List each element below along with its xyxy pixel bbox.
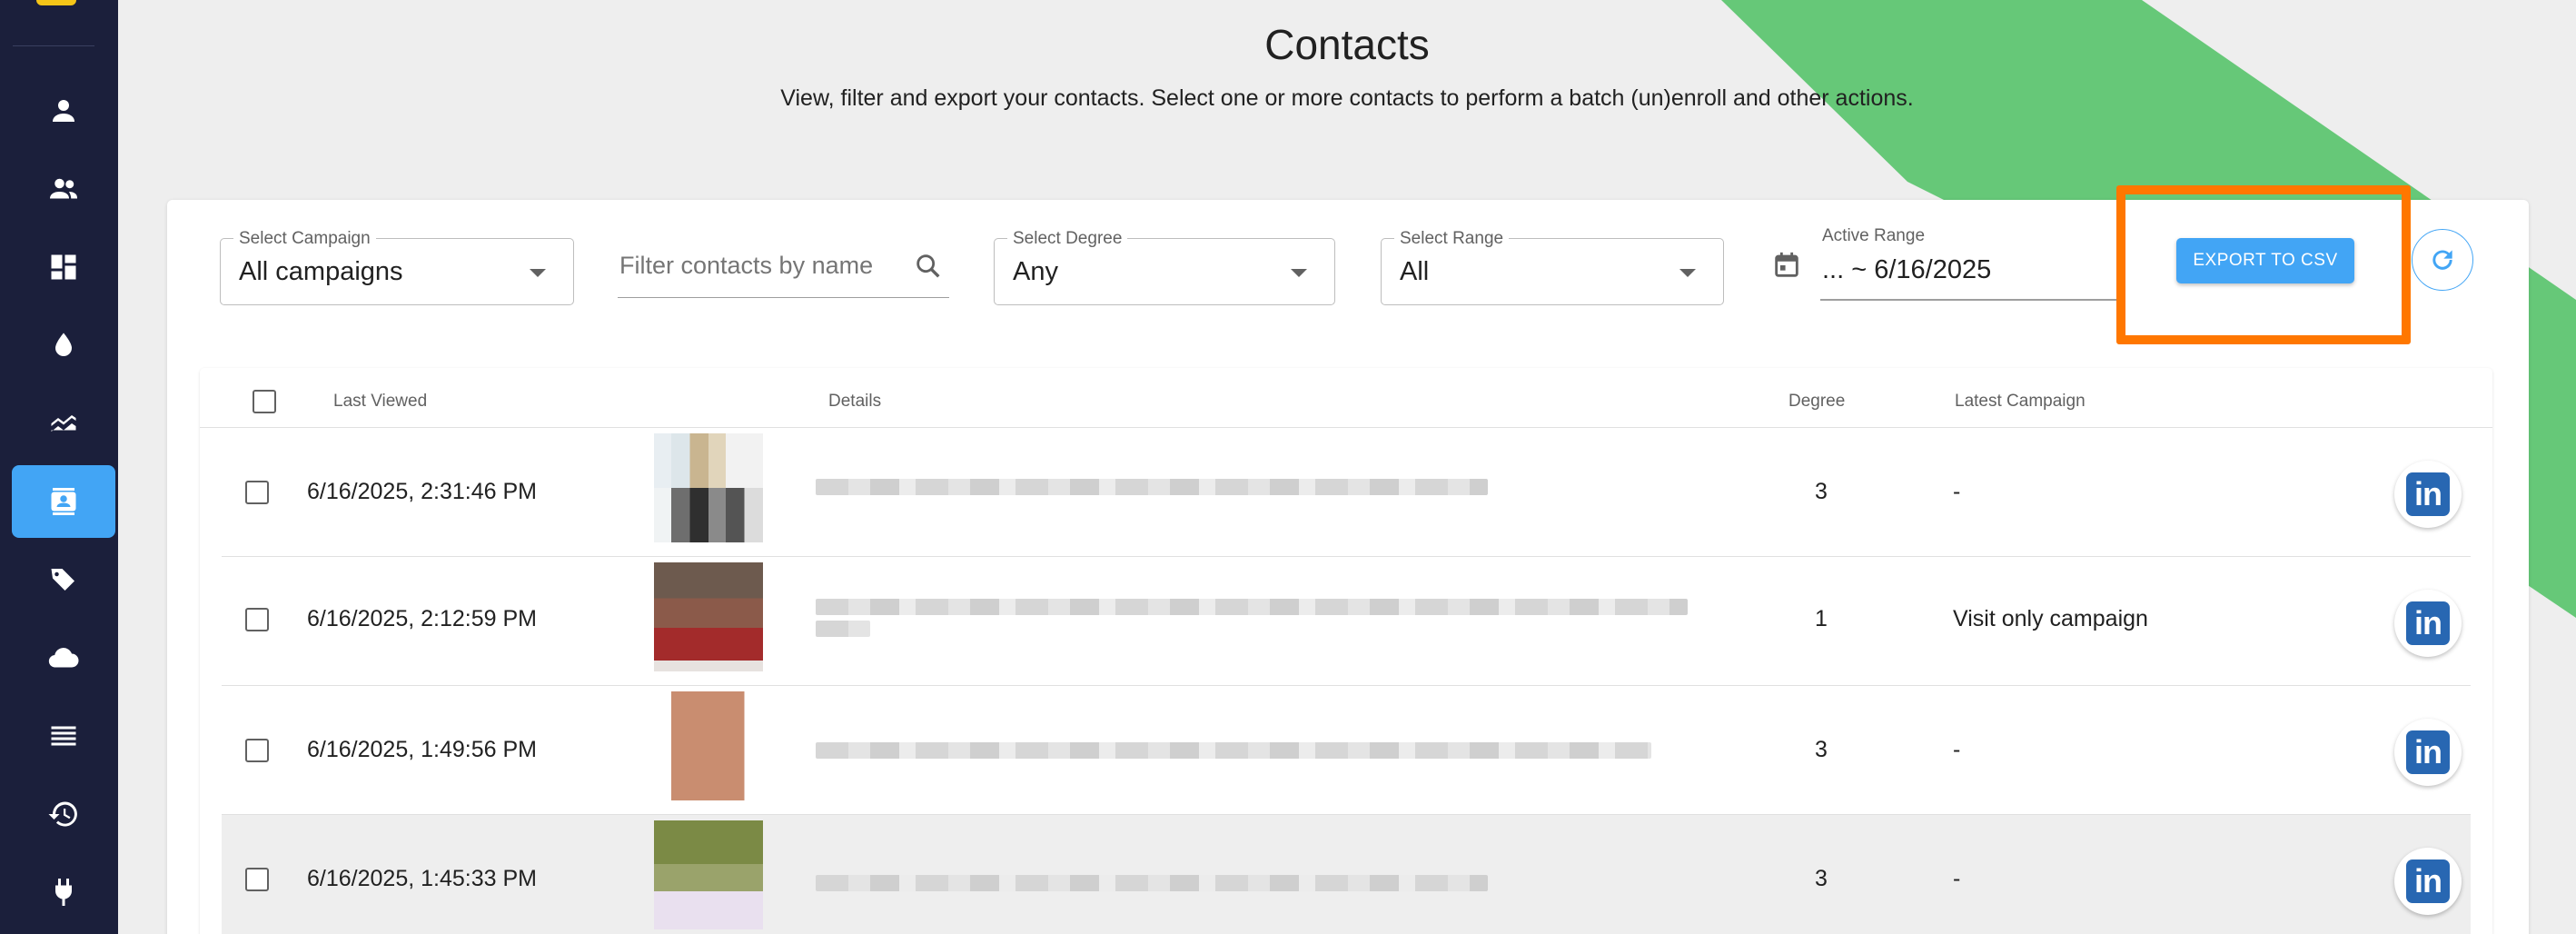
sidebar-item-profile[interactable] <box>12 75 115 147</box>
active-range-picker[interactable]: Active Range ... ~ 6/16/2025 <box>1771 223 2116 301</box>
chevron-down-icon <box>1679 269 1696 277</box>
details-redacted <box>816 599 1688 615</box>
refresh-icon <box>2432 250 2452 270</box>
linkedin-button[interactable]: in <box>2394 590 2462 657</box>
dashboard-icon <box>51 254 76 280</box>
degree: 3 <box>1815 479 1828 504</box>
campaign-select[interactable]: Select Campaign All campaigns <box>220 229 574 305</box>
plug-icon <box>54 879 73 906</box>
row-checkbox[interactable] <box>245 739 269 762</box>
linkedin-button[interactable]: in <box>2394 719 2462 786</box>
active-range-value[interactable]: ... ~ 6/16/2025 <box>1822 255 1991 285</box>
degree: 3 <box>1815 866 1828 891</box>
cloud-icon <box>48 648 79 668</box>
details-redacted-line2 <box>816 621 870 637</box>
sidebar-item-tags[interactable] <box>12 543 115 616</box>
avatar <box>654 691 763 800</box>
linkedin-button[interactable]: in <box>2394 461 2462 528</box>
degree-select-value: Any <box>1013 257 1058 286</box>
latest-campaign: - <box>1953 866 1961 891</box>
contacts-table: Last Viewed Details Degree Latest Campai… <box>200 368 2492 934</box>
avatar <box>654 820 763 929</box>
sidebar-item-dashboard[interactable] <box>12 231 115 303</box>
sidebar-item-contacts[interactable] <box>12 465 115 538</box>
details-redacted <box>816 875 1488 891</box>
row-checkbox[interactable] <box>245 481 269 504</box>
latest-campaign: Visit only campaign <box>1953 606 2148 631</box>
table-row[interactable]: 6/16/2025, 1:45:33 PM 3 - in <box>222 815 2471 934</box>
active-range-underline <box>1820 299 2116 301</box>
search-icon[interactable] <box>913 251 944 282</box>
degree: 1 <box>1815 606 1828 631</box>
app-logo <box>36 0 76 5</box>
last-viewed: 6/16/2025, 1:49:56 PM <box>307 737 537 762</box>
linkedin-icon: in <box>2406 730 2450 774</box>
details-redacted <box>816 742 1651 759</box>
contacts-icon <box>51 488 76 515</box>
table-row[interactable]: 6/16/2025, 2:31:46 PM 3 - in <box>222 428 2471 557</box>
export-csv-button[interactable]: EXPORT TO CSV <box>2176 238 2354 283</box>
page-subtitle: View, filter and export your contacts. S… <box>780 85 1914 111</box>
sidebar-item-cloud[interactable] <box>12 621 115 694</box>
range-select-label: Select Range <box>1394 229 1510 249</box>
degree-select-label: Select Degree <box>1007 229 1128 249</box>
header-degree[interactable]: Degree <box>1788 392 1845 412</box>
avatar <box>654 562 763 671</box>
sidebar-item-history[interactable] <box>12 778 115 850</box>
sidebar-item-team[interactable] <box>12 153 115 225</box>
degree-select[interactable]: Select Degree Any <box>994 229 1335 305</box>
active-range-label: Active Range <box>1822 226 1926 245</box>
list-icon <box>51 726 76 746</box>
last-viewed: 6/16/2025, 2:31:46 PM <box>307 479 537 504</box>
row-checkbox[interactable] <box>245 868 269 891</box>
linkedin-icon: in <box>2406 859 2450 903</box>
latest-campaign: - <box>1953 737 1961 762</box>
range-select[interactable]: Select Range All <box>1381 229 1724 305</box>
table-header: Last Viewed Details Degree Latest Campai… <box>200 368 2492 428</box>
chart-icon <box>51 415 76 432</box>
history-icon <box>48 801 77 827</box>
tags-icon <box>51 569 74 591</box>
details-redacted <box>816 479 1488 495</box>
header-latest-campaign[interactable]: Latest Campaign <box>1955 392 2086 412</box>
page-title: Contacts <box>1264 21 1430 68</box>
sidebar-item-analytics[interactable] <box>12 387 115 460</box>
select-all-checkbox[interactable] <box>253 390 276 413</box>
linkedin-button[interactable]: in <box>2394 848 2462 915</box>
last-viewed: 6/16/2025, 1:45:33 PM <box>307 866 537 891</box>
campaign-select-value: All campaigns <box>239 257 403 286</box>
person-icon <box>53 100 74 122</box>
refresh-button[interactable] <box>2412 229 2473 291</box>
linkedin-icon: in <box>2406 472 2450 516</box>
sidebar-item-integrations[interactable] <box>12 856 115 929</box>
row-checkbox[interactable] <box>245 608 269 631</box>
table-row[interactable]: 6/16/2025, 1:49:56 PM 3 - in <box>222 686 2471 815</box>
avatar <box>654 433 763 542</box>
search-field[interactable] <box>618 238 949 298</box>
degree: 3 <box>1815 737 1828 762</box>
search-input[interactable] <box>619 247 892 283</box>
sidebar-item-drip[interactable] <box>12 309 115 382</box>
last-viewed: 6/16/2025, 2:12:59 PM <box>307 606 537 631</box>
drop-icon <box>55 333 72 356</box>
calendar-icon[interactable] <box>1771 250 1802 281</box>
latest-campaign: - <box>1953 479 1961 504</box>
chevron-down-icon <box>530 269 546 277</box>
header-details: Details <box>828 392 882 411</box>
header-last-viewed[interactable]: Last Viewed <box>333 392 427 412</box>
linkedin-icon: in <box>2406 601 2450 645</box>
sidebar <box>0 0 118 934</box>
sidebar-item-list[interactable] <box>12 700 115 772</box>
campaign-select-label: Select Campaign <box>233 229 376 249</box>
sidebar-divider <box>13 45 94 46</box>
table-row[interactable]: 6/16/2025, 2:12:59 PM 1 Visit only campa… <box>222 557 2471 686</box>
range-select-value: All <box>1400 257 1430 286</box>
chevron-down-icon <box>1291 269 1307 277</box>
people-icon <box>50 178 77 199</box>
